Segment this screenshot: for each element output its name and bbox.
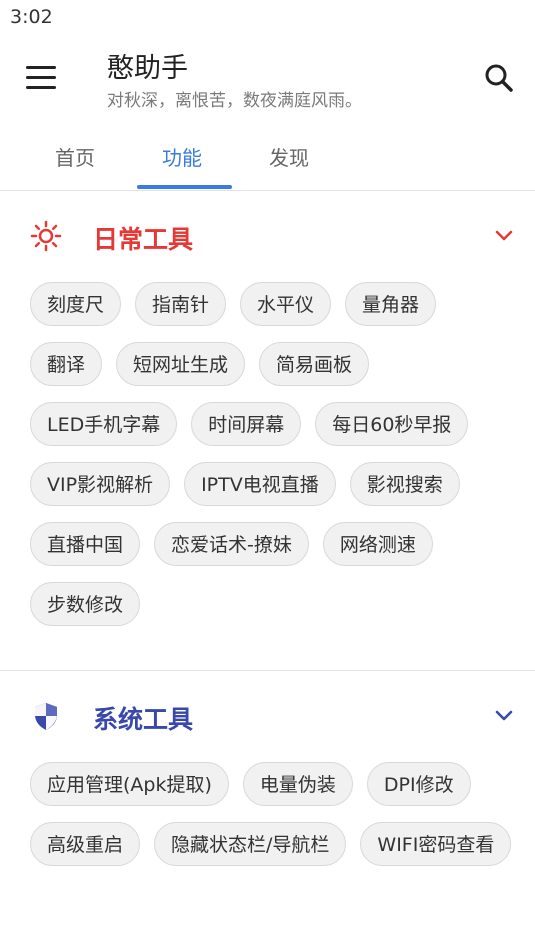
chevron-down-icon[interactable] (492, 706, 516, 726)
chevron-down-icon[interactable] (492, 226, 516, 246)
daily-tools-list: 刻度尺 指南针 水平仪 量角器翻译 短网址生成 简易画板 LED手机字幕 时间屏幕 每日60秒早… (30, 282, 520, 626)
tool-chip[interactable]: 网络测速 (322, 522, 433, 566)
tab-bar: 首页 功能 发现 (0, 124, 535, 191)
tool-chip[interactable]: DPI修改 (366, 762, 471, 806)
section-header-daily[interactable]: 日常工具 (0, 206, 535, 266)
tab-home[interactable]: 首页 (55, 142, 95, 171)
tool-chip[interactable]: 步数修改 (30, 582, 141, 626)
tool-chip[interactable]: 刻度尺 (30, 282, 122, 326)
tool-chip[interactable]: IPTV电视直播 (184, 462, 336, 506)
tool-chip[interactable]: 指南针 (135, 282, 227, 326)
app-title: 憨助手 (107, 53, 188, 84)
status-time: 3:02 (10, 6, 53, 28)
section-divider (0, 670, 535, 671)
tool-chip[interactable]: 量角器 (345, 282, 437, 326)
sun-icon (30, 220, 62, 252)
tool-chip[interactable]: 时间屏幕 (191, 402, 302, 446)
tool-chip[interactable]: 短网址生成 (116, 342, 246, 386)
tool-chip[interactable]: WIFI密码查看 (360, 822, 512, 866)
shield-icon (35, 703, 57, 730)
tool-chip[interactable]: 简易画板 (259, 342, 370, 386)
tab-indicator (137, 185, 232, 189)
section-title-system: 系统工具 (93, 705, 194, 734)
tool-chip[interactable]: 影视搜索 (349, 462, 460, 506)
tool-chip[interactable]: 翻译 (30, 342, 103, 386)
tool-chip[interactable]: LED手机字幕 (30, 402, 178, 446)
tool-chip[interactable]: 水平仪 (240, 282, 332, 326)
section-title-daily: 日常工具 (93, 225, 194, 254)
tool-chip[interactable]: 隐藏状态栏/导航栏 (154, 822, 347, 866)
section-header-system[interactable]: 系统工具 (0, 686, 535, 746)
tab-discover[interactable]: 发现 (269, 142, 309, 171)
tool-chip[interactable]: 电量伪装 (242, 762, 353, 806)
tool-chip[interactable]: 每日60秒早报 (315, 402, 469, 446)
app-bar: 憨助手 对秋深，离恨苦，数夜满庭风雨。 (0, 40, 535, 120)
tool-chip[interactable]: 直播中国 (30, 522, 141, 566)
search-icon[interactable] (483, 62, 515, 94)
tool-chip[interactable]: 应用管理(Apk提取) (30, 762, 229, 806)
system-tools-list: 应用管理(Apk提取) 电量伪装 DPI修改高级重启 隐藏状态栏/导航栏 WIFI密码查… (30, 762, 520, 866)
tab-functions[interactable]: 功能 (162, 142, 202, 171)
tool-chip[interactable]: VIP影视解析 (30, 462, 171, 506)
tool-chip[interactable]: 高级重启 (30, 822, 141, 866)
app-subtitle: 对秋深，离恨苦，数夜满庭风雨。 (107, 91, 362, 111)
menu-icon[interactable] (26, 66, 56, 90)
tool-chip[interactable]: 恋爱话术-撩妹 (154, 522, 309, 566)
